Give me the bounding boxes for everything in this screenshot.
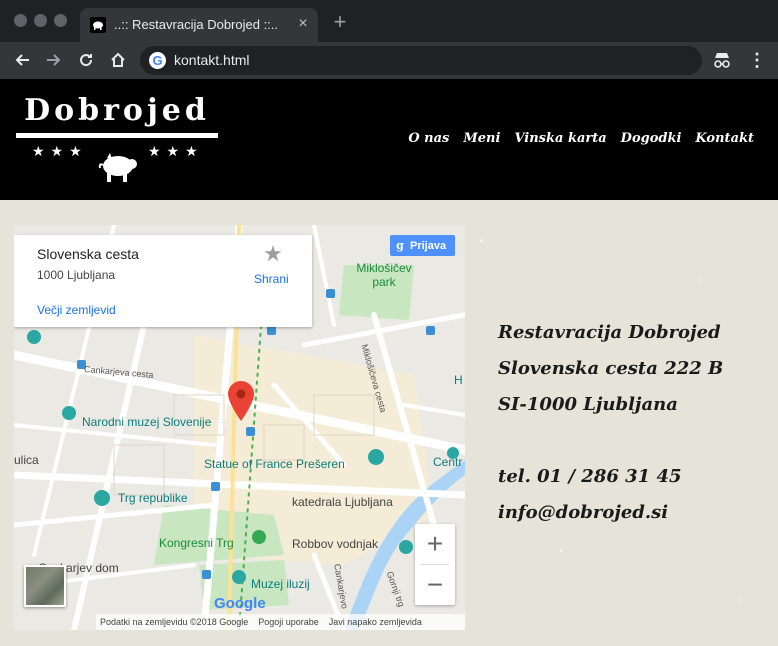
browser-menu-icon[interactable]: ⋮ — [748, 50, 766, 72]
site-logo[interactable]: Dobrojed ★★★ ★★★ — [16, 93, 218, 189]
map-label-h: H — [454, 373, 463, 387]
incognito-icon[interactable] — [712, 51, 734, 71]
reload-icon[interactable] — [74, 48, 98, 72]
location-pin-icon[interactable] — [228, 381, 254, 421]
contact-street: Slovenska cesta 222 B — [498, 358, 724, 379]
contact-city: SI-1000 Ljubljana — [498, 394, 678, 415]
contact-spacer — [498, 423, 723, 459]
signin-label: Prijava — [410, 240, 447, 252]
tab-close-icon[interactable]: × — [294, 15, 312, 33]
map-info-card: Slovenska cesta 1000 Ljubljana Večji zem… — [14, 235, 312, 327]
map-signin-button[interactable]: g Prijava — [390, 235, 455, 256]
google-g-icon: G — [149, 52, 166, 69]
report-error-link[interactable]: Javi napako zemljevida — [329, 614, 422, 630]
google-logo: Google — [214, 595, 266, 612]
terms-link[interactable]: Pogoji uporabe — [258, 614, 319, 630]
forward-arrow-icon[interactable] — [42, 48, 66, 72]
new-tab-button[interactable]: + — [329, 11, 351, 33]
home-icon[interactable] — [106, 48, 130, 72]
nav-kontakt[interactable]: Kontakt — [695, 131, 754, 146]
info-card-subtitle: 1000 Ljubljana — [37, 268, 116, 282]
map-label-muzej-iluzij: Muzej iluzij — [251, 577, 310, 591]
google-map[interactable]: Miklošičev park Cankarjeva cesta Mikloši… — [14, 225, 465, 630]
map-label-narodni-muzej: Narodni muzej Slovenije — [82, 415, 212, 429]
map-label-trg-republike: Trg republike — [118, 491, 188, 505]
save-place-link[interactable]: Shrani — [254, 272, 289, 286]
map-label-centr: Centr — [433, 455, 463, 469]
url-text: kontakt.html — [174, 52, 250, 68]
larger-map-link[interactable]: Večji zemljevid — [37, 303, 116, 317]
google-logo-text: Google — [214, 595, 266, 612]
contact-name: Restavracija Dobrojed — [498, 322, 721, 343]
zoom-in-button[interactable]: + — [415, 524, 455, 564]
browser-toolbar: G kontakt.html ⋮ — [0, 42, 778, 79]
bg-speckle — [480, 239, 483, 242]
bg-speckle — [700, 279, 702, 281]
zoom-out-button[interactable]: − — [415, 565, 455, 605]
logo-stars-right: ★★★ — [148, 143, 204, 159]
zoom-control: + − — [415, 524, 455, 605]
star-icon[interactable]: ★ — [262, 243, 284, 265]
main-navigation: O nas Meni Vinska karta Dogodki Kontakt — [408, 131, 754, 146]
browser-tabbar: ..:: Restavracija Dobrojed ::.. × + — [0, 0, 778, 42]
bg-speckle — [560, 549, 563, 552]
satellite-toggle-button[interactable] — [24, 565, 66, 607]
map-label-presern: Statue of France Prešeren — [204, 457, 345, 471]
map-label-katedrala: katedrala Ljubljana — [292, 495, 393, 509]
nav-o-nas[interactable]: O nas — [408, 131, 449, 146]
window-minimize-button[interactable] — [34, 14, 47, 27]
bg-speckle — [740, 599, 742, 601]
site-header: Dobrojed ★★★ ★★★ O nas Meni Vinska karta… — [0, 79, 778, 200]
logo-underline — [16, 133, 218, 138]
pig-icon — [98, 153, 137, 182]
nav-dogodki[interactable]: Dogodki — [621, 131, 682, 146]
tab-title: ..:: Restavracija Dobrojed ::.. — [114, 17, 279, 32]
window-close-button[interactable] — [14, 14, 27, 27]
nav-vinska-karta[interactable]: Vinska karta — [514, 131, 606, 146]
website-viewport: Dobrojed ★★★ ★★★ O nas Meni Vinska karta… — [0, 79, 778, 646]
back-arrow-icon[interactable] — [10, 48, 34, 72]
map-label-robbov: Robbov vodnjak — [292, 537, 379, 551]
map-label-kongresni: Kongresni Trg — [159, 536, 234, 550]
address-bar[interactable]: G kontakt.html — [140, 46, 702, 75]
contact-phone[interactable]: tel. 01 / 286 31 45 — [498, 459, 723, 495]
map-label-park: Miklošičev park — [356, 261, 412, 289]
google-g-icon: g — [396, 239, 404, 252]
logo-text: Dobrojed — [24, 93, 210, 128]
map-attribution: Podatki na zemljevidu ©2018 Google Pogoj… — [96, 614, 465, 630]
pig-favicon-icon — [90, 17, 106, 33]
attribution-data: Podatki na zemljevidu ©2018 Google — [100, 617, 249, 627]
contact-info: Restavracija Dobrojed Slovenska cesta 22… — [498, 315, 723, 531]
info-card-title: Slovenska cesta — [37, 246, 139, 262]
logo-stars-left: ★★★ — [32, 143, 88, 159]
browser-tab[interactable]: ..:: Restavracija Dobrojed ::.. × — [80, 8, 318, 42]
window-maximize-button[interactable] — [54, 14, 67, 27]
nav-meni[interactable]: Meni — [463, 131, 500, 146]
contact-email[interactable]: info@dobrojed.si — [498, 495, 723, 531]
map-label-ulica: ulica — [14, 453, 39, 467]
